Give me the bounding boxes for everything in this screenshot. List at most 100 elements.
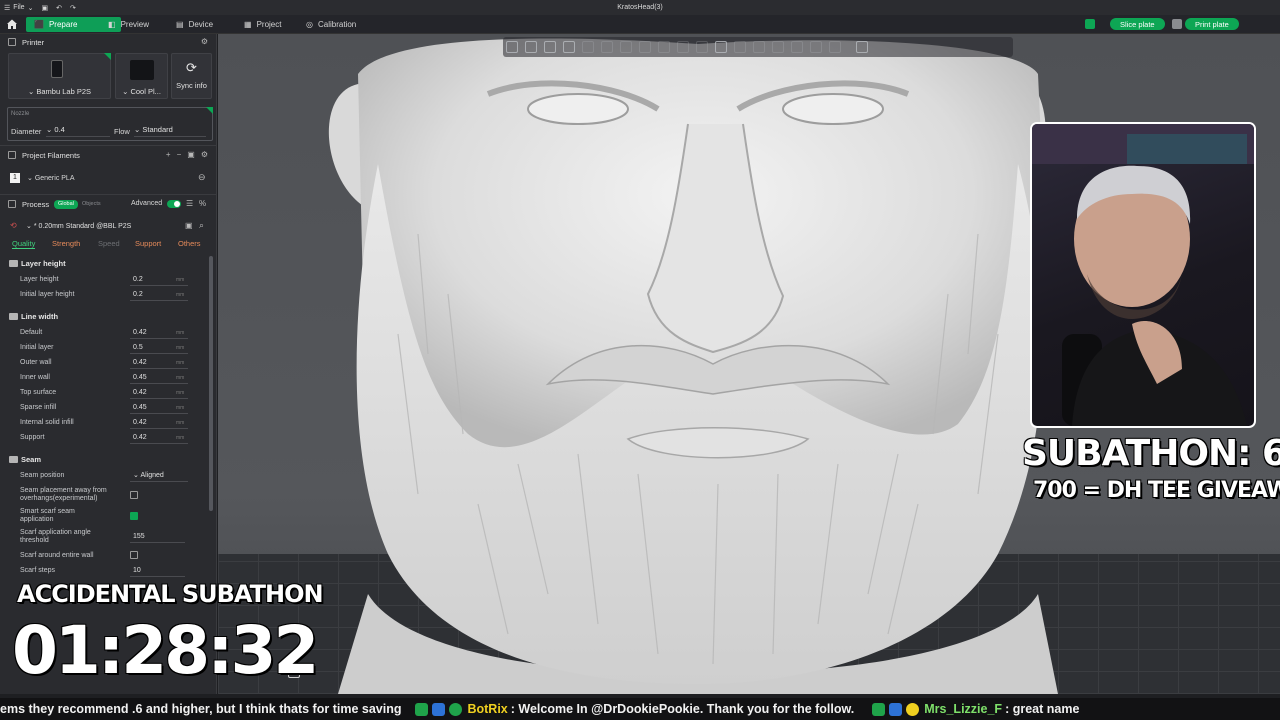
unit-label: mm — [176, 329, 185, 336]
color-paint-icon[interactable] — [753, 41, 765, 53]
process-profile-label: * 0.20mm Standard @BBL P2S — [33, 223, 132, 230]
flow-select[interactable]: ⌄ Standard — [134, 125, 206, 137]
tab-speed[interactable]: Speed — [98, 239, 120, 248]
tab-strength[interactable]: Strength — [52, 239, 80, 248]
subathon-count: SUBATHON: 680 — [1022, 433, 1280, 474]
unit-label: mm — [176, 419, 185, 426]
cut-icon[interactable] — [677, 41, 689, 53]
tab-support[interactable]: Support — [135, 239, 161, 248]
slice-dropdown-icon[interactable] — [1172, 19, 1182, 29]
seam-position-select[interactable]: ⌄ Aligned — [130, 470, 188, 482]
sidebar-scrollbar[interactable] — [209, 256, 213, 511]
advanced-switch[interactable] — [167, 200, 181, 208]
remove-icon[interactable]: − — [177, 150, 182, 159]
tab-preview[interactable]: ◧ Preview — [100, 17, 157, 32]
assembly-icon[interactable] — [791, 41, 803, 53]
redo-icon[interactable]: ↷ — [66, 4, 80, 12]
sync-info-button[interactable]: ⟳ Sync info — [171, 53, 212, 99]
split-icon[interactable] — [582, 41, 594, 53]
advanced-label: Advanced — [131, 200, 163, 207]
unit-label: mm — [176, 434, 185, 441]
add-icon[interactable]: + — [166, 150, 171, 159]
remove-filament-icon[interactable]: ⊖ — [198, 172, 206, 183]
objects-toggle[interactable]: Objects — [82, 200, 101, 209]
smart-scarf-checkbox[interactable] — [130, 512, 138, 520]
settings-icon[interactable]: ⚙ — [201, 37, 208, 46]
setting-label: Smart scarf seam application — [20, 508, 75, 523]
scarf-angle-input[interactable]: 155 — [130, 531, 185, 543]
support-paint-icon[interactable] — [696, 41, 708, 53]
chat-username: Mrs_Lizzie_F — [924, 702, 1003, 716]
printer-image — [51, 60, 63, 78]
setting-row: Outer wall 0.42 mm — [0, 355, 216, 370]
printer-cards: ⌄ Bambu Lab P2S ⌄ Cool Pl... ⟳ Sync info — [8, 53, 212, 99]
print-plate-button[interactable]: Print plate — [1185, 18, 1239, 30]
scarf-steps-input[interactable]: 10 — [130, 565, 185, 577]
printer-model-label: Bambu Lab P2S — [36, 87, 91, 96]
scale-icon[interactable] — [639, 41, 651, 53]
layout-icon[interactable] — [563, 41, 575, 53]
tab-others[interactable]: Others — [178, 239, 201, 248]
scarf-entire-wall-checkbox[interactable] — [130, 551, 138, 559]
tab-project[interactable]: ▦ Project — [236, 17, 289, 32]
divider — [0, 194, 216, 195]
process-section-header: Process Global Objects Advanced ☰ % — [0, 196, 216, 212]
chat-message: : Welcome In @DrDookiePookie. Thank you … — [510, 702, 855, 716]
nozzle-settings: Nozzle Diameter ⌄ 0.4 Flow ⌄ Standard — [7, 107, 213, 141]
slice-plate-button[interactable]: Slice plate — [1110, 18, 1165, 30]
process-profile-row: ⟲ ⌄ * 0.20mm Standard @BBL P2S ▣ ⌕ — [0, 219, 216, 233]
arrange-grid-icon[interactable] — [525, 41, 537, 53]
setting-row: Initial layer height 0.2 mm — [0, 287, 216, 302]
diameter-select[interactable]: ⌄ 0.4 — [46, 125, 110, 137]
seam-paint-icon[interactable] — [734, 41, 746, 53]
prepare-icon: ⬛ — [34, 20, 44, 29]
tab-quality[interactable]: Quality — [12, 239, 36, 249]
tab-calibration[interactable]: ◎ Calibration — [298, 17, 364, 32]
unit-label: mm — [176, 374, 185, 381]
list-icon[interactable]: ☰ — [186, 199, 193, 208]
save-icon[interactable]: ▣ — [37, 4, 52, 12]
lay-on-face-icon[interactable] — [658, 41, 670, 53]
seam-away-checkbox[interactable] — [130, 491, 138, 499]
add-object-icon[interactable] — [506, 41, 518, 53]
rotate-icon[interactable] — [620, 41, 632, 53]
printer-section-header: Printer ⚙ — [0, 34, 216, 50]
chat-message: ems they recommend .6 and higher, but I … — [0, 702, 402, 716]
group-title: Layer height — [21, 258, 66, 268]
flow-label: Flow — [114, 127, 130, 136]
settings-icon[interactable]: ⚙ — [201, 150, 208, 159]
orient-icon[interactable] — [544, 41, 556, 53]
printer-model-card[interactable]: ⌄ Bambu Lab P2S — [8, 53, 111, 99]
selected-corner-marker — [104, 53, 111, 60]
save-profile-icon[interactable]: ▣ — [185, 221, 193, 230]
plate-image — [130, 60, 154, 80]
undo-icon[interactable]: ↶ — [52, 4, 66, 12]
measure-icon[interactable] — [772, 41, 784, 53]
brim-ears-icon[interactable] — [829, 41, 841, 53]
tab-device[interactable]: ▤ Device — [168, 17, 221, 32]
home-icon[interactable] — [6, 18, 18, 30]
unit-label: mm — [176, 404, 185, 411]
plate-icon[interactable] — [1085, 19, 1095, 29]
tab-label: Preview — [120, 20, 150, 29]
tab-label: Project — [256, 20, 282, 29]
setting-label: Inner wall — [20, 374, 50, 381]
layers-icon — [9, 259, 18, 267]
reset-icon[interactable]: ⟲ — [10, 221, 17, 230]
percent-icon[interactable]: % — [199, 199, 206, 208]
moderator-icon — [889, 702, 903, 716]
global-toggle[interactable]: Global — [54, 200, 78, 209]
mesh-boolean-icon[interactable] — [810, 41, 822, 53]
window-title: KratosHead(3) — [617, 4, 663, 11]
file-menu[interactable]: ☰ File ⌄ — [0, 4, 37, 12]
plate-type-card[interactable]: ⌄ Cool Pl... — [115, 53, 168, 99]
move-icon[interactable] — [601, 41, 613, 53]
layer-height-group: Layer height — [0, 256, 216, 270]
process-profile-select[interactable]: ⌄ * 0.20mm Standard @BBL P2S — [26, 222, 131, 230]
filament-row[interactable]: 1 ⌄ Generic PLA ⊖ — [0, 171, 216, 185]
sync-filament-icon[interactable]: ▣ — [187, 150, 195, 159]
line-width-group: Line width — [0, 309, 216, 323]
view-settings-icon[interactable] — [856, 41, 868, 53]
search-icon[interactable]: ⌕ — [199, 220, 204, 231]
text-tool-icon[interactable] — [715, 41, 727, 53]
